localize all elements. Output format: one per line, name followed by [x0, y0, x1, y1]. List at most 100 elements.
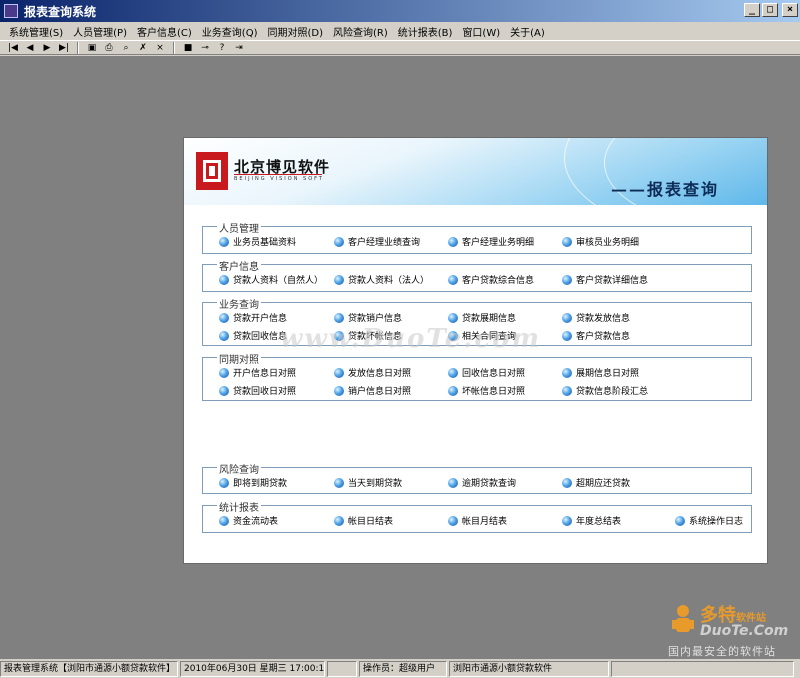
globe-icon: [219, 367, 229, 378]
link-loan-issue[interactable]: 贷款发放信息: [562, 311, 630, 324]
app-icon: [4, 4, 18, 18]
menu-system[interactable]: 系统管理(S): [4, 24, 68, 39]
window-controls: _ □ ×: [744, 3, 798, 17]
company-name-en: BEIJING VISION SOFT: [234, 176, 324, 182]
link-manager-performance[interactable]: 客户经理业绩查询: [334, 235, 420, 248]
link-loan-open[interactable]: 贷款开户信息: [219, 311, 287, 324]
globe-icon: [334, 385, 344, 396]
link-borrower-legal[interactable]: 贷款人资料（法人）: [334, 273, 429, 286]
delete-icon[interactable]: ×: [153, 42, 167, 54]
menu-bar: 系统管理(S) 人员管理(P) 客户信息(C) 业务查询(Q) 同期对照(D) …: [0, 22, 800, 40]
link-loan-recovery-compare[interactable]: 贷款回收日对照: [219, 384, 296, 397]
link-loan-recovery[interactable]: 贷款回收信息: [219, 329, 287, 342]
section-label: 人员管理: [217, 220, 261, 235]
corner-logo-tagline: 国内最安全的软件站: [668, 645, 776, 658]
globe-icon: [334, 312, 344, 323]
status-extra: [611, 660, 794, 677]
section-risk-query: 风险查询 即将到期贷款 当天到期贷款 逾期贷款查询 超期应还贷款: [202, 461, 752, 494]
link-extension-daily-compare[interactable]: 展期信息日对照: [562, 366, 639, 379]
globe-icon: [219, 274, 229, 285]
minimize-button[interactable]: _: [744, 3, 760, 17]
globe-icon: [219, 515, 229, 526]
close-button[interactable]: ×: [782, 3, 798, 17]
status-company: 浏阳市通源小额贷款软件: [449, 660, 609, 677]
link-monthly-statement[interactable]: 帐目月结表: [448, 514, 507, 527]
status-system: 报表管理系统【浏阳市通源小额贷款软件】: [0, 660, 178, 677]
link-annual-summary[interactable]: 年度总结表: [562, 514, 621, 527]
globe-icon: [562, 312, 572, 323]
last-record-icon[interactable]: ▶|: [57, 42, 71, 54]
section-label: 风险查询: [217, 461, 261, 476]
section-customer: 客户信息 贷款人资料（自然人） 贷款人资料（法人） 客户贷款综合信息 客户贷款详…: [202, 258, 752, 292]
globe-icon: [334, 236, 344, 247]
globe-icon: [219, 312, 229, 323]
section-period-compare: 同期对照 开户信息日对照 发放信息日对照 回收信息日对照 展期信息日对照 贷款回…: [202, 351, 752, 401]
link-issue-daily-compare[interactable]: 发放信息日对照: [334, 366, 411, 379]
help-icon[interactable]: ?: [215, 42, 229, 54]
link-loan-period-summary[interactable]: 贷款信息阶段汇总: [562, 384, 648, 397]
title-bar[interactable]: 报表查询系统 _ □ ×: [0, 0, 800, 22]
link-borrower-natural[interactable]: 贷款人资料（自然人）: [219, 273, 323, 286]
section-statistics: 统计报表 资金流动表 帐目日结表 帐目月结表 年度总结表 系统操作日志: [202, 499, 752, 533]
link-staff-basic[interactable]: 业务员基础资料: [219, 235, 296, 248]
link-daily-statement[interactable]: 帐目日结表: [334, 514, 393, 527]
link-open-daily-compare[interactable]: 开户信息日对照: [219, 366, 296, 379]
globe-icon: [334, 274, 344, 285]
menu-customer[interactable]: 客户信息(C): [132, 24, 197, 39]
menu-statistics[interactable]: 统计报表(B): [393, 24, 458, 39]
window-title: 报表查询系统: [24, 4, 97, 19]
preview-icon[interactable]: ▣: [85, 42, 99, 54]
globe-icon: [562, 477, 572, 488]
link-overdue-repayment[interactable]: 超期应还贷款: [562, 476, 630, 489]
globe-icon: [334, 367, 344, 378]
save-icon[interactable]: ■: [181, 42, 195, 54]
link-cash-flow[interactable]: 资金流动表: [219, 514, 278, 527]
corner-logo-en: DuoTe.Com: [700, 623, 789, 639]
menu-business-query[interactable]: 业务查询(Q): [197, 24, 263, 39]
globe-icon: [448, 385, 458, 396]
filter-icon[interactable]: ✗: [136, 42, 150, 54]
link-loans-due-today[interactable]: 当天到期贷款: [334, 476, 402, 489]
menu-personnel[interactable]: 人员管理(P): [68, 24, 132, 39]
link-manager-detail[interactable]: 客户经理业务明细: [448, 235, 534, 248]
exit-icon[interactable]: ⇥: [232, 42, 246, 54]
globe-icon: [448, 236, 458, 247]
print-icon[interactable]: ⎙: [102, 42, 116, 54]
link-loans-due-soon[interactable]: 即将到期贷款: [219, 476, 287, 489]
link-overdue-loans[interactable]: 逾期贷款查询: [448, 476, 516, 489]
link-bad-debt-daily-compare[interactable]: 坏帐信息日对照: [448, 384, 525, 397]
link-loan-close[interactable]: 贷款销户信息: [334, 311, 402, 324]
menu-risk-query[interactable]: 风险查询(R): [328, 24, 393, 39]
globe-icon: [219, 385, 229, 396]
key-icon[interactable]: ⊸: [198, 42, 212, 54]
banner: 北京博见软件 BEIJING VISION SOFT ——报表查询: [184, 138, 767, 205]
next-record-icon[interactable]: ▶: [40, 42, 54, 54]
toolbar-separator: [77, 41, 79, 54]
link-close-daily-compare[interactable]: 销户信息日对照: [334, 384, 411, 397]
globe-icon: [448, 312, 458, 323]
link-customer-loan-info[interactable]: 客户贷款信息: [562, 329, 630, 342]
link-customer-loan-summary[interactable]: 客户贷款综合信息: [448, 273, 534, 286]
mascot-icon: [672, 605, 694, 632]
link-customer-loan-detail[interactable]: 客户贷款详细信息: [562, 273, 648, 286]
menu-about[interactable]: 关于(A): [505, 24, 550, 39]
find-icon[interactable]: ⌕: [119, 42, 133, 54]
toolbar: |◀ ◀ ▶ ▶| ▣ ⎙ ⌕ ✗ × ■ ⊸ ? ⇥: [0, 40, 800, 55]
link-system-log[interactable]: 系统操作日志: [675, 514, 743, 527]
status-operator: 操作员：超级用户: [359, 660, 447, 677]
globe-icon: [219, 330, 229, 341]
maximize-button[interactable]: □: [762, 3, 778, 17]
section-label: 统计报表: [217, 499, 261, 514]
status-blank: [327, 660, 357, 677]
corner-watermark-logo: 多特软件站 DuoTe.Com 国内最安全的软件站: [664, 597, 798, 658]
link-loan-extension[interactable]: 贷款展期信息: [448, 311, 516, 324]
menu-window[interactable]: 窗口(W): [457, 24, 505, 39]
section-label: 同期对照: [217, 351, 261, 366]
globe-icon: [219, 477, 229, 488]
menu-period-compare[interactable]: 同期对照(D): [262, 24, 328, 39]
globe-icon: [219, 236, 229, 247]
link-auditor-detail[interactable]: 审核员业务明细: [562, 235, 639, 248]
link-recovery-daily-compare[interactable]: 回收信息日对照: [448, 366, 525, 379]
prev-record-icon[interactable]: ◀: [23, 42, 37, 54]
first-record-icon[interactable]: |◀: [6, 42, 20, 54]
